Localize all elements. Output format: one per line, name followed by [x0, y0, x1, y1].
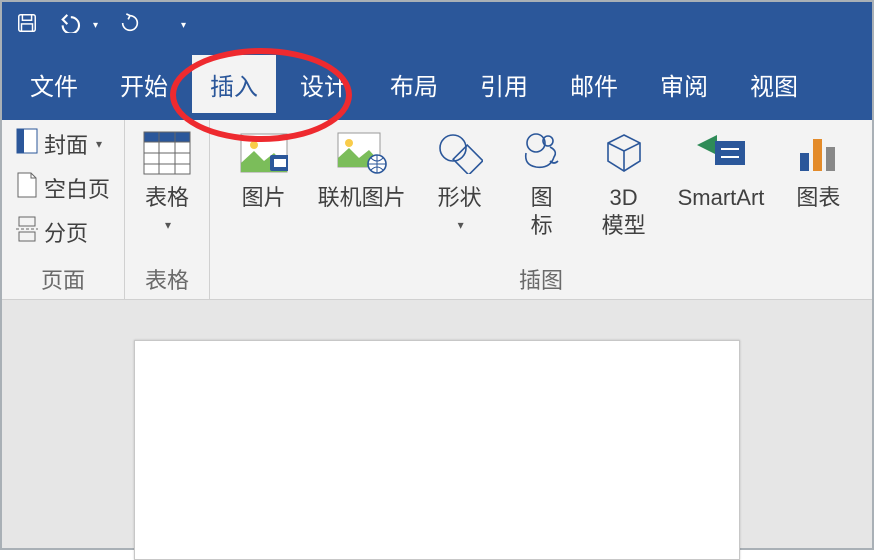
shapes-label: 形状	[438, 184, 482, 212]
blank-page-button[interactable]: 空白页	[12, 170, 114, 206]
cover-page-icon	[16, 128, 38, 160]
model3d-icon	[599, 128, 649, 178]
table-icon	[142, 128, 192, 178]
table-button[interactable]: 表格 ▾	[135, 126, 199, 234]
blank-page-icon	[16, 172, 38, 204]
caret-down-icon: ▾	[93, 20, 98, 31]
group-tables: 表格 ▾ 表格	[125, 120, 210, 299]
group-tables-label: 表格	[145, 263, 189, 295]
tab-insert[interactable]: 插入	[192, 55, 276, 113]
icons-label: 图 标	[531, 184, 553, 239]
page-break-icon	[16, 216, 38, 248]
customize-qat-button[interactable]: ▾	[178, 20, 186, 31]
caret-down-icon: ▾	[96, 137, 102, 151]
undo-button[interactable]: ▾	[58, 13, 98, 38]
document-page[interactable]	[134, 340, 740, 560]
icons-button[interactable]: 图 标	[510, 126, 574, 241]
picture-button[interactable]: 图片	[232, 126, 296, 214]
smartart-button[interactable]: SmartArt	[674, 126, 769, 214]
table-label: 表格	[145, 184, 189, 212]
blank-page-label: 空白页	[44, 172, 110, 204]
group-pages: 封面 ▾ 空白页 分页 页面	[2, 120, 125, 299]
group-illustrations-label: 插图	[519, 263, 563, 295]
tab-layout[interactable]: 布局	[372, 55, 456, 113]
caret-down-icon: ▾	[458, 218, 464, 232]
chart-icon	[793, 128, 843, 178]
document-area	[2, 300, 872, 548]
cover-page-label: 封面	[44, 128, 88, 160]
group-illustrations: 图片 联机图片 形状 ▾ 图 标	[210, 120, 872, 299]
ribbon: 封面 ▾ 空白页 分页 页面	[2, 120, 872, 300]
ribbon-tabs: 文件 开始 插入 设计 布局 引用 邮件 审阅 视图	[2, 48, 872, 120]
shapes-icon	[435, 128, 485, 178]
chart-button[interactable]: 图表	[786, 126, 850, 214]
page-break-label: 分页	[44, 216, 88, 248]
save-button[interactable]	[16, 12, 38, 39]
caret-down-icon: ▾	[165, 218, 171, 232]
save-icon	[16, 12, 38, 39]
online-picture-button[interactable]: 联机图片	[314, 126, 410, 214]
icons-icon	[517, 128, 567, 178]
picture-icon	[239, 128, 289, 178]
smartart-label: SmartArt	[678, 184, 765, 212]
model3d-label: 3D 模型	[602, 184, 646, 239]
picture-label: 图片	[242, 184, 286, 212]
quick-access-toolbar: ▾ ▾	[2, 2, 872, 48]
online-picture-icon	[337, 128, 387, 178]
tab-home[interactable]: 开始	[102, 55, 186, 113]
page-break-button[interactable]: 分页	[12, 214, 92, 250]
chart-label: 图表	[796, 184, 840, 212]
tab-mail[interactable]: 邮件	[552, 55, 636, 113]
redo-button[interactable]	[118, 12, 142, 39]
smartart-icon	[696, 128, 746, 178]
tab-ref[interactable]: 引用	[462, 55, 546, 113]
tab-review[interactable]: 审阅	[642, 55, 726, 113]
undo-icon	[58, 13, 86, 38]
group-pages-label: 页面	[41, 263, 85, 295]
cover-page-button[interactable]: 封面 ▾	[12, 126, 106, 162]
shapes-button[interactable]: 形状 ▾	[428, 126, 492, 234]
tab-view[interactable]: 视图	[732, 55, 816, 113]
redo-icon	[118, 12, 142, 39]
caret-down-icon: ▾	[181, 20, 186, 31]
online-picture-label: 联机图片	[318, 184, 406, 212]
tab-design[interactable]: 设计	[282, 55, 366, 113]
tab-file[interactable]: 文件	[12, 55, 96, 113]
model3d-button[interactable]: 3D 模型	[592, 126, 656, 241]
